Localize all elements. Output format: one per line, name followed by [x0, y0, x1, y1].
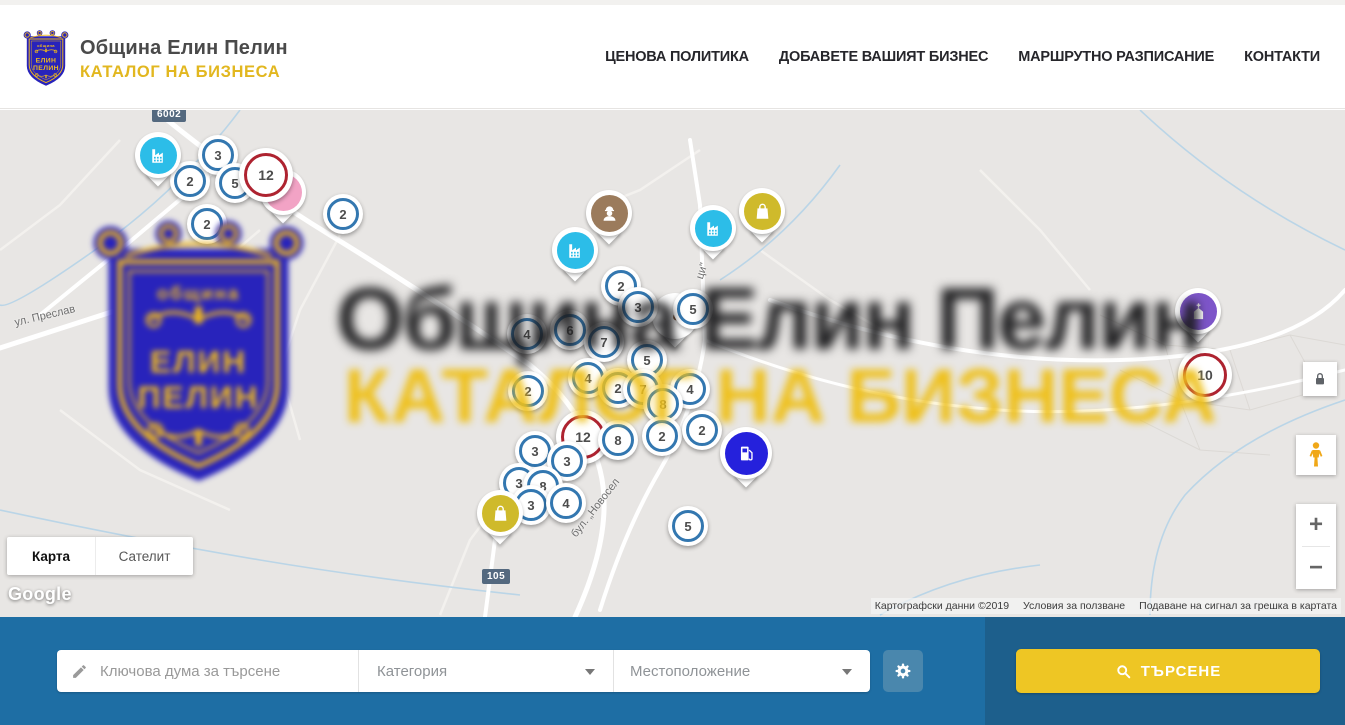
category-select[interactable]: Категория — [358, 650, 613, 692]
chevron-down-icon — [842, 669, 852, 675]
search-button-label: ТЪРСЕНЕ — [1141, 663, 1222, 680]
cluster-count: 2 — [203, 217, 210, 232]
cluster-count: 5 — [689, 302, 696, 317]
nav-item-add-business[interactable]: ДОБАВЕТЕ ВАШИЯТ БИЗНЕС — [779, 49, 988, 65]
nav-item-pricing[interactable]: ЦЕНОВА ПОЛИТИКА — [605, 49, 749, 65]
factory-pin[interactable] — [690, 205, 736, 251]
cluster-marker[interactable]: 2 — [642, 416, 682, 456]
cluster-marker[interactable]: 12 — [239, 148, 293, 202]
cluster-count: 8 — [614, 433, 621, 448]
google-map: 6002 105 ул. Преслав бул. „Новосел ци" 2… — [0, 110, 1345, 617]
map-type-map-button[interactable]: Карта — [7, 537, 95, 575]
fuel-pin[interactable] — [720, 427, 772, 479]
cluster-count: 8 — [659, 397, 666, 412]
map-markers-layer: 2351222235467542274812822333834510 — [0, 110, 1345, 617]
lock-control[interactable] — [1303, 362, 1337, 396]
cluster-marker[interactable]: 2 — [323, 194, 363, 234]
cluster-marker[interactable]: 4 — [546, 483, 586, 523]
cluster-count: 2 — [698, 423, 705, 438]
cluster-count: 12 — [258, 167, 274, 183]
cluster-count: 10 — [1197, 367, 1213, 383]
pegman-icon — [1304, 441, 1328, 469]
cluster-marker[interactable]: 2 — [187, 204, 227, 244]
cluster-count: 3 — [634, 300, 641, 315]
cluster-marker[interactable]: 7 — [584, 322, 624, 362]
search-fields: Категория Местоположение — [57, 650, 870, 692]
cluster-count: 6 — [566, 323, 573, 338]
header: Община Елин Пелин КАТАЛОГ НА БИЗНЕСА ЦЕН… — [0, 0, 1345, 109]
cluster-count: 2 — [186, 174, 193, 189]
cluster-count: 3 — [531, 444, 538, 459]
municipality-crest-icon — [22, 29, 70, 89]
lock-icon — [1312, 371, 1328, 387]
pencil-icon — [71, 663, 88, 680]
bag-pin[interactable] — [739, 188, 785, 234]
search-button[interactable]: ТЪРСЕНЕ — [1016, 649, 1320, 693]
zoom-control: + − — [1296, 504, 1336, 589]
bag-pin[interactable] — [477, 490, 523, 536]
category-label: Категория — [377, 663, 447, 680]
cluster-marker[interactable]: 3 — [618, 287, 658, 327]
cluster-marker[interactable]: 2 — [682, 410, 722, 450]
location-select[interactable]: Местоположение — [613, 650, 870, 692]
main-nav: ЦЕНОВА ПОЛИТИКА ДОБАВЕТЕ ВАШИЯТ БИЗНЕС М… — [605, 5, 1320, 109]
cluster-count: 3 — [563, 454, 570, 469]
map-type-satellite-button[interactable]: Сателит — [95, 537, 193, 575]
terms-link[interactable]: Условия за ползване — [1023, 600, 1125, 612]
site-title: Община Елин Пелин — [80, 37, 288, 60]
cluster-count: 4 — [584, 371, 591, 386]
keyword-field[interactable] — [57, 650, 358, 692]
site-logo-link[interactable]: Община Елин Пелин КАТАЛОГ НА БИЗНЕСА — [22, 29, 288, 89]
cluster-count: 4 — [523, 327, 530, 342]
nav-item-contacts[interactable]: КОНТАКТИ — [1244, 49, 1320, 65]
advanced-settings-button[interactable] — [883, 650, 923, 692]
cluster-marker[interactable]: 4 — [507, 314, 547, 354]
gear-icon — [893, 661, 913, 681]
church-pin[interactable] — [1175, 288, 1221, 334]
cluster-marker[interactable]: 2 — [508, 371, 548, 411]
cluster-count: 3 — [527, 498, 534, 513]
zoom-out-button[interactable]: − — [1296, 547, 1336, 589]
cluster-count: 7 — [600, 335, 607, 350]
site-subtitle: КАТАЛОГ НА БИЗНЕСА — [80, 63, 288, 82]
cluster-count: 5 — [643, 353, 650, 368]
search-icon — [1115, 663, 1132, 680]
cluster-count: 5 — [231, 176, 238, 191]
map-copyright: Картографски данни ©2019 — [875, 600, 1009, 612]
nav-item-schedule[interactable]: МАРШРУТНО РАЗПИСАНИЕ — [1018, 49, 1214, 65]
cluster-count: 2 — [339, 207, 346, 222]
road-label: 6002 — [152, 110, 186, 122]
cluster-count: 12 — [575, 429, 591, 445]
cluster-marker[interactable]: 5 — [673, 289, 713, 329]
cluster-count: 4 — [562, 496, 569, 511]
cluster-count: 3 — [214, 148, 221, 163]
factory-pin[interactable] — [135, 132, 181, 178]
chevron-down-icon — [585, 669, 595, 675]
cluster-count: 4 — [686, 382, 693, 397]
cluster-marker[interactable]: 10 — [1178, 348, 1232, 402]
report-error-link[interactable]: Подаване на сигнал за грешка в картата — [1139, 600, 1337, 612]
road-label: 105 — [482, 569, 510, 584]
cluster-count: 2 — [524, 384, 531, 399]
cluster-count: 2 — [658, 429, 665, 444]
worker-pin[interactable] — [586, 190, 632, 236]
cluster-marker[interactable]: 5 — [668, 506, 708, 546]
location-label: Местоположение — [630, 663, 750, 680]
zoom-in-button[interactable]: + — [1296, 504, 1336, 546]
keyword-input[interactable] — [98, 662, 342, 681]
cluster-count: 5 — [684, 519, 691, 534]
search-bar: Категория Местоположение ТЪРСЕНЕ — [0, 617, 1345, 725]
cluster-marker[interactable]: 8 — [598, 420, 638, 460]
map-attribution: Картографски данни ©2019 Условия за полз… — [871, 598, 1341, 614]
street-view-pegman[interactable] — [1296, 435, 1336, 475]
map-type-control: Карта Сателит — [7, 537, 193, 575]
cluster-count: 2 — [614, 381, 621, 396]
google-logo[interactable]: Google — [8, 584, 72, 605]
map-canvas[interactable]: 6002 105 ул. Преслав бул. „Новосел ци" 2… — [0, 110, 1345, 617]
